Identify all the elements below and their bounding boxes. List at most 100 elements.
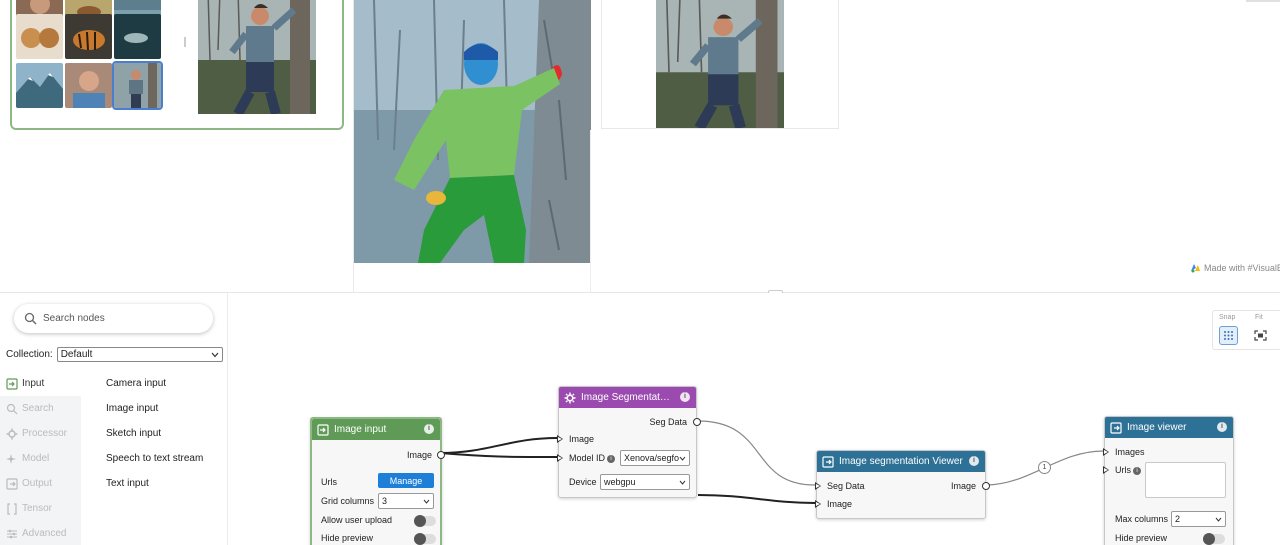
image-viewer-preview [601,0,839,129]
info-icon[interactable]: i [1133,466,1141,475]
urls-label: Urls [321,477,337,487]
output-port-image[interactable] [437,451,445,459]
node-header[interactable]: Image Segmentat… i [559,387,696,408]
made-with-credit[interactable]: Made with #VisualB [1190,262,1280,273]
urls-textarea[interactable] [1145,462,1226,498]
urls-text: Urls [1115,465,1131,475]
node-title: Image Segmentat… [581,392,670,403]
node-header[interactable]: Image viewer i [1105,417,1233,438]
node-header[interactable]: Image segmentation Viewer i [817,451,985,472]
chevron-down-icon [679,480,686,485]
info-icon[interactable]: i [1217,422,1227,432]
node-item-camera-input[interactable]: Camera input [106,371,203,396]
category-label: Search [22,403,54,414]
edge-count-badge[interactable]: 1 [1038,461,1051,474]
output-port-image[interactable] [982,482,990,490]
allow-upload-toggle[interactable] [414,515,436,527]
fit-screen-icon [1254,330,1267,341]
snap-label: Snap [1219,314,1236,321]
output-segdata-label: Seg Data [649,417,687,427]
sliders-icon [7,529,17,538]
viewer-image [656,0,784,128]
info-icon[interactable]: i [680,392,690,402]
model-id-label: Model ID i [569,453,616,463]
thumbnail-man-glasses[interactable] [65,63,112,108]
allow-upload-label: Allow user upload [321,515,393,525]
grid-columns-select[interactable]: 3 [378,493,434,509]
input-port-urls[interactable] [1103,466,1109,474]
input-segdata-label: Seg Data [827,481,865,491]
fit-button[interactable] [1251,326,1270,345]
node-item-sketch-input[interactable]: Sketch input [106,421,203,446]
hide-preview-toggle[interactable] [414,533,436,545]
node-title: Image segmentation Viewer [839,456,963,467]
chevron-down-icon [423,499,430,504]
output-port-segdata[interactable] [693,418,701,426]
category-tensor[interactable]: Tensor [0,496,81,521]
input-port-image[interactable] [815,500,821,508]
collection-select[interactable]: Default [56,347,223,362]
info-icon[interactable]: i [424,424,434,434]
info-icon[interactable]: i [607,454,616,463]
segmentation-viewer-preview [353,0,591,295]
preview-divider [590,130,591,293]
edge-image-to-modelid[interactable] [439,452,558,458]
output-icon [6,477,18,490]
thumbnail-man-tree[interactable] [112,61,163,110]
hide-preview-toggle[interactable] [1203,533,1225,545]
input-port-modelid[interactable] [557,454,563,462]
max-columns-select[interactable]: 2 [1171,511,1226,527]
device-select[interactable]: webgpu [600,474,690,490]
model-id-select[interactable]: Xenova/segfo [620,450,690,466]
grid-columns-value: 3 [382,496,388,506]
category-search[interactable]: Search [0,396,81,421]
hide-preview-label: Hide preview [321,533,374,543]
category-advanced[interactable]: Advanced [0,521,81,545]
node-item-speech-to-text[interactable]: Speech to text stream [106,446,203,471]
info-icon[interactable]: i [969,456,979,466]
category-label: Model [22,453,50,464]
input-port-image[interactable] [557,435,563,443]
grid-columns-label: Grid columns [321,496,375,506]
category-label: Input [22,378,45,389]
snap-button[interactable] [1219,326,1238,345]
manage-button[interactable]: Manage [378,473,434,488]
device-value: webgpu [604,477,636,487]
node-header[interactable]: Image input i [312,419,440,440]
node-item-image-input[interactable]: Image input [106,396,203,421]
snap-fit-toolbar: Snap Fit [1212,310,1280,350]
category-processor[interactable]: Processor [0,421,81,446]
sparkle-icon [6,453,16,464]
collection-label: Collection: [6,349,53,360]
category-output[interactable]: Output [0,471,81,496]
gear-icon [564,392,576,403]
category-input[interactable]: Input [0,371,81,396]
max-columns-label: Max columns [1115,514,1169,524]
input-port-segdata[interactable] [815,482,821,490]
category-list: Input Search Processor Model Output Tens… [0,371,81,545]
input-image-label: Image [827,499,853,509]
thumbnail-tiger[interactable] [65,14,112,59]
output-image-label: Image [950,481,976,491]
category-model[interactable]: Model [0,446,81,471]
corner-mark [1246,0,1280,2]
thumbnail-mountain[interactable] [16,63,63,108]
input-icon [317,423,329,436]
image-viewer-node[interactable]: Image viewer i Images Urls i Max columns … [1103,416,1234,545]
brackets-icon [7,502,17,515]
thumbnail-dogs[interactable] [16,14,63,59]
segmentation-viewer-node[interactable]: Image segmentation Viewer i Seg Data Ima… [815,450,990,519]
search-nodes-input[interactable]: Search nodes [14,304,213,333]
edge-image-to-seg[interactable] [439,437,558,454]
graph-canvas[interactable]: 1 Snap Fit Image input i Image Urls Mana… [229,293,1280,545]
gallery-divider[interactable] [184,37,186,47]
category-label: Output [22,478,53,489]
gear-icon [6,428,18,439]
input-port-images[interactable] [1103,448,1109,456]
thumbnail-fish[interactable] [114,14,161,59]
edge-image-to-viewer[interactable] [697,494,816,504]
image-input-node[interactable]: Image input i Image Urls Manage Grid col… [310,417,445,545]
edge-segdata-to-viewer[interactable] [697,420,816,486]
node-item-text-input[interactable]: Text input [106,471,203,496]
image-segmentation-node[interactable]: Image Segmentat… i Seg Data Image Model … [557,386,701,498]
